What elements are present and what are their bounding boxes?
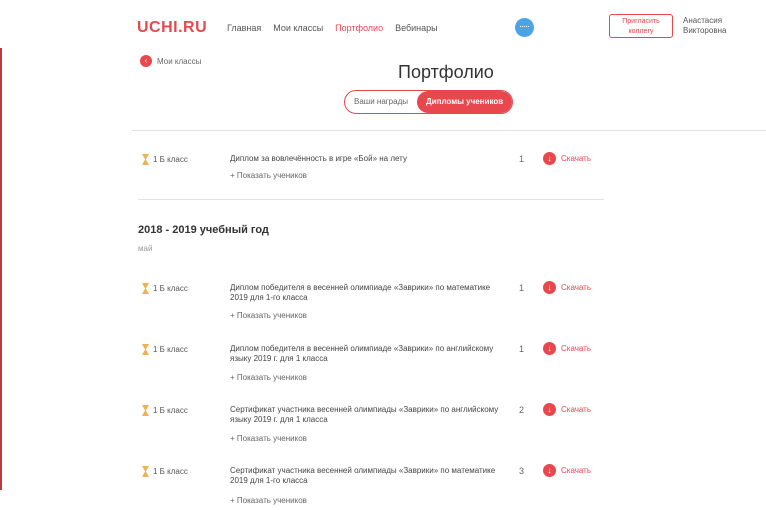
download-button[interactable]: ↓ Скачать [543, 403, 591, 416]
nav-item-home[interactable]: Главная [227, 23, 261, 33]
download-button[interactable]: ↓ Скачать [543, 342, 591, 355]
show-students-link[interactable]: + Показать учеников [230, 311, 307, 320]
invite-colleague-button[interactable]: Пригласить коллегу [609, 14, 673, 38]
divider [138, 199, 604, 200]
class-label: 1 Б класс [142, 466, 188, 477]
page-title: Портфолио [398, 62, 494, 82]
download-label: Скачать [561, 154, 591, 163]
diploma-title: Диплом победителя в весенней олимпиаде «… [230, 344, 494, 363]
diploma-title: Сертификат участника весенней олимпиады … [230, 405, 499, 424]
class-label: 1 Б класс [142, 344, 188, 355]
divider [132, 130, 766, 131]
download-button[interactable]: ↓ Скачать [543, 281, 591, 294]
main-nav: Главная Мои классы Портфолио Вебинары [227, 23, 438, 33]
class-label: 1 Б класс [142, 405, 188, 416]
show-students-link[interactable]: + Показать учеников [230, 373, 307, 382]
hourglass-icon [142, 154, 149, 165]
diploma-count: 1 [519, 283, 525, 293]
user-menu[interactable]: Анастасия Викторовна [683, 16, 726, 36]
show-students-link[interactable]: + Показать учеников [230, 171, 307, 180]
diploma-count: 3 [519, 466, 525, 476]
user-name: Анастасия [683, 16, 723, 25]
diploma-count: 1 [519, 154, 525, 164]
hourglass-icon [142, 405, 149, 416]
hourglass-icon [142, 283, 149, 294]
download-label: Скачать [561, 283, 591, 292]
download-label: Скачать [561, 344, 591, 353]
download-label: Скачать [561, 466, 591, 475]
download-icon: ↓ [543, 152, 556, 165]
chat-icon[interactable] [515, 18, 534, 37]
diploma-count: 1 [519, 344, 525, 354]
portfolio-toggle: Ваши награды Дипломы учеников [344, 90, 514, 114]
school-year-title: 2018 - 2019 учебный год [138, 224, 269, 236]
back-arrow-icon: ‹ [140, 55, 152, 67]
class-label: 1 Б класс [142, 154, 188, 165]
download-button[interactable]: ↓ Скачать [543, 152, 591, 165]
hourglass-icon [142, 344, 149, 355]
tab-your-awards[interactable]: Ваши награды [345, 91, 417, 113]
tab-student-diplomas[interactable]: Дипломы учеников [417, 91, 513, 113]
nav-item-portfolio[interactable]: Портфолио [335, 23, 383, 33]
class-label: 1 Б класс [142, 283, 188, 294]
diploma-count: 2 [519, 405, 525, 415]
class-name: 1 Б класс [153, 467, 188, 476]
site-logo[interactable]: UCHI.RU [137, 19, 207, 37]
back-link-label: Мои классы [157, 56, 202, 66]
left-edge-rule [0, 48, 2, 490]
download-label: Скачать [561, 405, 591, 414]
download-icon: ↓ [543, 464, 556, 477]
class-name: 1 Б класс [153, 345, 188, 354]
back-to-classes-link[interactable]: ‹ Мои классы [140, 55, 201, 67]
diploma-title: Диплом победителя в весенней олимпиаде «… [230, 283, 491, 302]
download-button[interactable]: ↓ Скачать [543, 464, 591, 477]
show-students-link[interactable]: + Показать учеников [230, 434, 307, 443]
user-patronymic: Викторовна [683, 26, 727, 35]
top-navigation-bar: UCHI.RU Главная Мои классы Портфолио Веб… [0, 0, 766, 50]
download-icon: ↓ [543, 281, 556, 294]
class-name: 1 Б класс [153, 155, 188, 164]
nav-item-webinars[interactable]: Вебинары [395, 23, 438, 33]
show-students-link[interactable]: + Показать учеников [230, 496, 307, 505]
download-icon: ↓ [543, 403, 556, 416]
hourglass-icon [142, 466, 149, 477]
class-name: 1 Б класс [153, 406, 188, 415]
diploma-title: Диплом за вовлечённость в игре «Бой» на … [230, 154, 407, 163]
class-name: 1 Б класс [153, 284, 188, 293]
diploma-title: Сертификат участника весенней олимпиады … [230, 466, 496, 485]
month-label: май [138, 244, 153, 253]
download-icon: ↓ [543, 342, 556, 355]
nav-item-my-classes[interactable]: Мои классы [273, 23, 323, 33]
